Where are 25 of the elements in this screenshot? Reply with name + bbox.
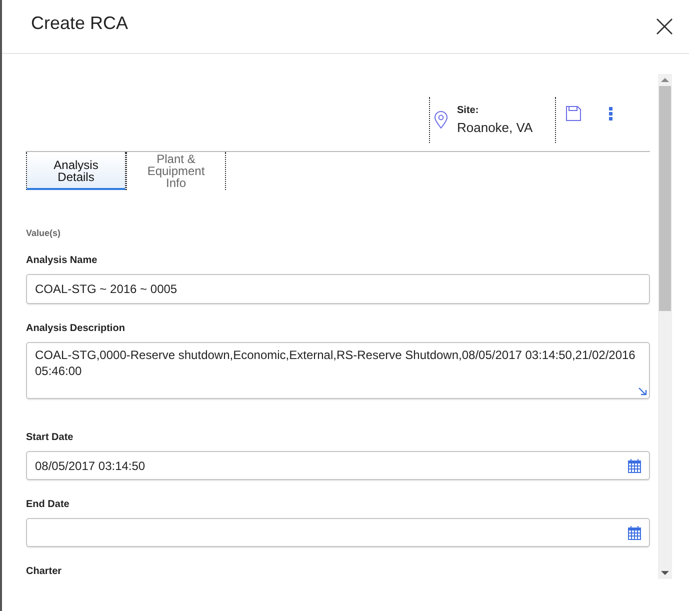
field-label: End Date (26, 498, 70, 511)
tab[interactable]: Analysis Details (26, 152, 126, 190)
save-icon[interactable] (566, 106, 581, 121)
section-label: Value(s) (26, 227, 62, 240)
more-options-icon[interactable] (609, 106, 613, 121)
field-value: 08/05/2017 03:14:50 (35, 458, 146, 474)
analysis-name-field[interactable]: COAL-STG ~ 2016 ~ 0005 (26, 274, 650, 304)
resize-icon[interactable] (638, 387, 647, 396)
site-value: Roanoke, VA (457, 118, 533, 137)
date-field[interactable] (26, 518, 650, 547)
field-label: Charter (26, 565, 63, 578)
tab[interactable]: Plant & Equipment Info (126, 152, 226, 190)
field-label: Start Date (26, 431, 74, 444)
location-pin-icon (434, 111, 448, 129)
dialog-title: Create RCA (31, 12, 128, 35)
calendar-icon[interactable] (628, 458, 641, 472)
calendar-icon[interactable] (628, 526, 641, 540)
close-icon[interactable] (656, 18, 673, 35)
field-value: COAL-STG,0000-Reserve shutdown,Economic,External,RS-Reserve Shutdown,08/05/2017 03:14:50,21/02/2016 05:46:00 (35, 348, 636, 378)
date-field[interactable]: 08/05/2017 03:14:50 (26, 451, 650, 480)
field-label: Analysis Description (26, 322, 126, 335)
scrollbar[interactable] (658, 74, 672, 579)
site-label: Site: (457, 104, 480, 118)
description-field[interactable]: COAL-STG,0000-Reserve shutdown,Economic,External,RS-Reserve Shutdown,08/05/2017 03:14:50,21/02/2016 05:46:00 (26, 342, 650, 399)
field-label: Analysis Name (26, 254, 98, 267)
